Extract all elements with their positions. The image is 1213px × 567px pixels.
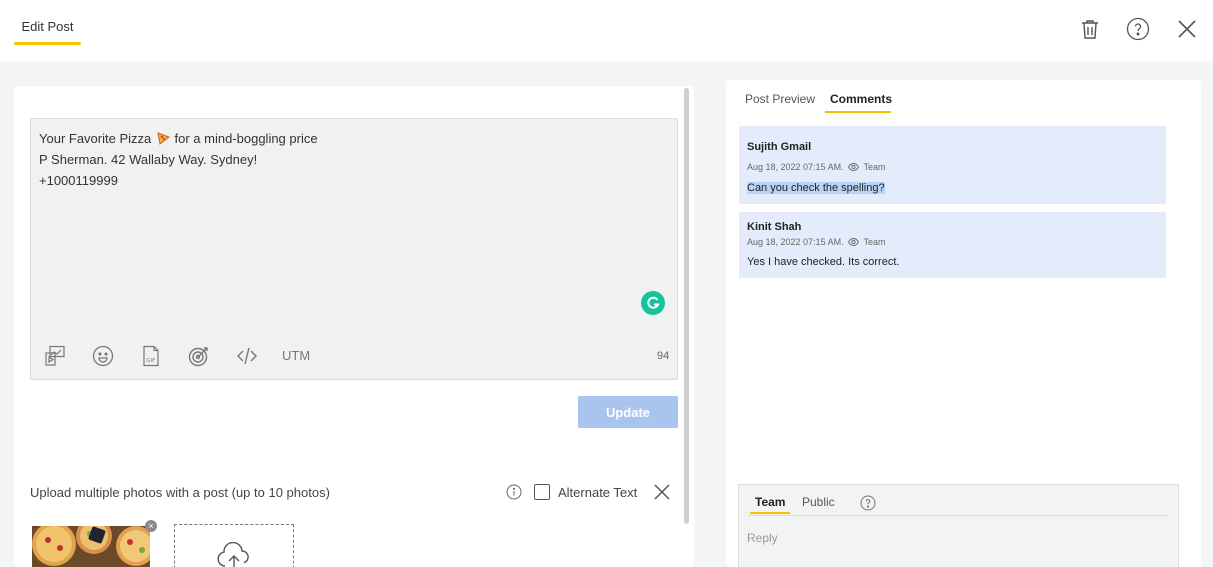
comment-visibility: Team [863,162,886,172]
alternate-text-label: Alternate Text [558,485,638,500]
post-text[interactable]: Your Favorite Pizza for a mind-boggling … [39,128,318,191]
post-line-3: +1000119999 [39,173,118,188]
eye-icon [848,163,860,171]
help-icon[interactable] [860,495,876,511]
cloud-upload-icon [217,542,249,567]
gif-icon[interactable]: GIF [139,344,163,368]
character-count: 94 [657,350,670,362]
comment-text: Can you check the spelling? [747,182,885,194]
comment-date: Aug 18, 2022 07:15 AM. [747,162,844,172]
reply-tab-underline [750,512,790,514]
close-icon[interactable] [1175,17,1199,41]
update-button[interactable]: Update [578,396,678,428]
eye-icon [848,238,860,246]
alternate-text-checkbox[interactable] [534,484,550,500]
grammarly-icon[interactable] [641,291,665,315]
comment-item: Sujith Gmail Aug 18, 2022 07:15 AM. Team… [739,126,1166,204]
top-bar: Edit Post [0,0,1213,61]
tab-comments[interactable]: Comments [830,92,892,106]
help-icon[interactable] [1126,17,1150,41]
scrollbar[interactable] [684,88,689,524]
reply-tab-team[interactable]: Team [755,495,785,509]
close-upload-icon[interactable] [652,482,672,502]
post-line-1-end: for a mind-boggling price [174,131,318,146]
tab-active-underline [825,111,891,113]
tab-edit-post[interactable]: Edit Post [14,18,81,45]
post-line-1-start: Your Favorite Pizza [39,131,152,146]
photo-thumbnail[interactable] [32,526,150,567]
post-line-2: P Sherman. 42 Wallaby Way. Sydney! [39,152,258,167]
svg-text:GIF: GIF [146,358,155,364]
reply-tab-public[interactable]: Public [802,495,835,509]
target-icon[interactable] [187,344,211,368]
remove-photo-button[interactable]: × [145,520,157,532]
tab-edit-post-label: Edit Post [21,19,74,34]
post-editor[interactable]: Your Favorite Pizza for a mind-boggling … [30,118,678,380]
media-icon[interactable] [43,344,67,368]
comment-visibility: Team [863,237,886,247]
reply-box: Team Public [738,484,1179,567]
trash-icon[interactable] [1078,17,1102,41]
comment-text: Yes I have checked. Its correct. [747,256,900,268]
comment-meta: Aug 18, 2022 07:15 AM. Team [747,162,885,172]
upload-photo-dropzone[interactable] [174,524,294,567]
comment-author: Kinit Shah [747,221,802,233]
utm-button[interactable]: UTM [282,348,310,363]
upload-label: Upload multiple photos with a post (up t… [30,485,330,500]
comment-item: Kinit Shah Aug 18, 2022 07:15 AM. Team Y… [739,212,1166,278]
pizza-emoji-icon [156,130,170,145]
reply-input[interactable] [747,527,1167,549]
comment-date: Aug 18, 2022 07:15 AM. [747,237,844,247]
info-icon[interactable] [506,484,522,500]
code-icon[interactable] [235,344,259,368]
tab-active-underline [14,42,81,45]
tab-post-preview[interactable]: Post Preview [745,92,815,106]
emoji-icon[interactable] [91,344,115,368]
comment-meta: Aug 18, 2022 07:15 AM. Team [747,237,885,247]
post-line-1: Your Favorite Pizza for a mind-boggling … [39,128,318,149]
reply-divider [748,515,1168,516]
comment-author: Sujith Gmail [747,141,812,153]
comment-text-selected: Can you check the spelling? [747,182,885,194]
